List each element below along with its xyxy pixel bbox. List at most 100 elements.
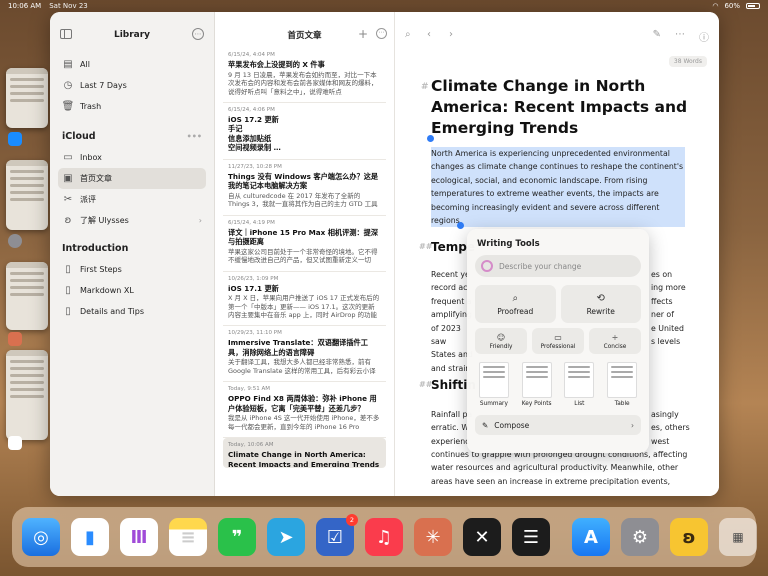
summary-page-icon bbox=[478, 362, 509, 398]
sidebar-item-about-ulysses[interactable]: ʚ 了解 Ulysses › bbox=[58, 210, 206, 231]
notes-app-icon[interactable]: ≡ bbox=[169, 518, 207, 556]
stage-thumbnail[interactable] bbox=[6, 68, 48, 128]
paragraph-rainfall-full: continues to grapple with prolonged drou… bbox=[431, 448, 701, 488]
ulysses-app-icon[interactable]: ▮ bbox=[71, 518, 109, 556]
claude-stage-icon bbox=[8, 332, 22, 346]
pencil-icon: ✎ bbox=[482, 420, 489, 430]
sheet-item[interactable]: 10/26/23, 1:09 PM iOS 17.1 更新 X 月 X 日，苹果… bbox=[223, 272, 386, 326]
summary-button[interactable]: Summary bbox=[475, 362, 513, 407]
stage-thumbnail[interactable] bbox=[6, 350, 48, 440]
podcasts-app-icon[interactable]: Ⅲ bbox=[120, 518, 158, 556]
table-button[interactable]: Table bbox=[603, 362, 641, 407]
stage-thumbnail[interactable] bbox=[6, 160, 48, 230]
sheet-date: 10/29/23, 11:10 PM bbox=[228, 330, 282, 336]
sidebar-item-label: 首页文章 bbox=[80, 174, 112, 183]
stage-thumbnail[interactable] bbox=[6, 262, 48, 330]
sheet-title: iOS 17.1 更新 bbox=[228, 283, 279, 293]
rewrite-button[interactable]: ⟲ Rewrite bbox=[560, 285, 641, 323]
sidebar-toggle-icon[interactable] bbox=[60, 29, 72, 39]
proofread-button[interactable]: ⌕ Proofread bbox=[475, 285, 556, 323]
sidebar-item-inbox[interactable]: ▭ Inbox bbox=[58, 147, 206, 168]
music-app-icon[interactable]: ♫ bbox=[365, 518, 403, 556]
search-icon[interactable]: ⌕ bbox=[405, 29, 411, 40]
section-title: Introduction bbox=[62, 242, 129, 254]
sidebar-item-last-7-days[interactable]: ◷ Last 7 Days bbox=[58, 75, 206, 96]
sheet-item[interactable]: 10/29/23, 11:10 PM Immersive Translate：双… bbox=[223, 326, 386, 382]
sidebar-item-label: Markdown XL bbox=[80, 286, 134, 295]
settings-app-icon[interactable]: ⚙ bbox=[621, 518, 659, 556]
sidebar-item-first-steps[interactable]: ▯ First Steps bbox=[58, 259, 206, 280]
sheet-date: 6/15/24, 4:06 PM bbox=[228, 106, 275, 113]
sheet-list: 首页文章 + ⋯ 6/15/24, 4:04 PM 苹果发布会上没提到的 X 件… bbox=[215, 12, 395, 496]
status-date: Sat Nov 23 bbox=[49, 2, 88, 10]
section-introduction: Introduction bbox=[50, 237, 214, 259]
new-sheet-icon[interactable]: + bbox=[358, 28, 368, 40]
professional-button[interactable]: ▭ Professional bbox=[532, 328, 584, 354]
paragraph-line: water resources and agricultural product… bbox=[431, 463, 679, 473]
word-count-badge[interactable]: 38 Words bbox=[668, 56, 707, 67]
omnifocus-app-icon[interactable]: ☑ 2 bbox=[316, 514, 358, 556]
sheet-item-active[interactable]: Today, 10:06 AM Climate Change in North … bbox=[223, 438, 386, 468]
sheet-title: Climate Change in North America: Recent … bbox=[228, 450, 380, 468]
settings-stage-icon bbox=[8, 234, 22, 248]
section-title: iCloud bbox=[62, 130, 96, 142]
sidebar-item-markdown-xl[interactable]: ▯ Markdown XL bbox=[58, 280, 206, 301]
sheet-date: 10/26/23, 1:09 PM bbox=[228, 275, 279, 282]
sidebar-item-label: Details and Tips bbox=[80, 307, 144, 316]
sheet-item[interactable]: 6/15/24, 4:06 PM iOS 17.2 更新 手记 信息添加贴纸 空… bbox=[223, 103, 386, 160]
info-icon[interactable]: ⓘ bbox=[699, 29, 709, 44]
perplexity-app-icon[interactable]: ✕ bbox=[463, 518, 501, 556]
sidebar-item-all[interactable]: ▤ All bbox=[58, 54, 206, 75]
editor-content[interactable]: Climate Change in North America: Recent … bbox=[395, 48, 719, 228]
claude-app-icon[interactable]: ✳ bbox=[414, 518, 452, 556]
app-library-icon[interactable]: ▦ bbox=[719, 518, 757, 556]
sidebar-item-label: 了解 Ulysses bbox=[80, 216, 129, 225]
sheet-item[interactable]: 6/15/24, 4:19 PM 译文｜iPhone 15 Pro Max 相机… bbox=[223, 216, 386, 272]
status-bar: 10:06 AM Sat Nov 23 ◠ 60% bbox=[0, 0, 768, 12]
describe-change-input[interactable]: Describe your change bbox=[475, 255, 641, 277]
clock-icon: ◷ bbox=[63, 80, 73, 91]
filter-icon[interactable]: ⋯ bbox=[192, 28, 204, 40]
inbox-icon: ▭ bbox=[63, 152, 73, 163]
dock: ◎ ▮ Ⅲ ≡ ❞ ➤ ☑ 2 ♫ ✳ ✕ ☰ A ⚙ ʚ ▦ bbox=[12, 507, 757, 567]
forward-icon[interactable]: › bbox=[449, 29, 453, 40]
selection-end-handle[interactable] bbox=[457, 222, 464, 229]
friendly-button[interactable]: ☺ Friendly bbox=[475, 328, 527, 354]
selection-start-handle[interactable] bbox=[427, 135, 434, 142]
sheet-item[interactable]: Today, 9:51 AM OPPO Find X8 两周体验：弥补 iPho… bbox=[223, 382, 386, 438]
describe-change-placeholder: Describe your change bbox=[499, 261, 582, 271]
sheet-excerpt: 9 月 13 日凌晨，苹果发布会如约而至，对比一下本次发布会的内容和发布会前各家… bbox=[228, 70, 378, 96]
telegram-app-icon[interactable]: ➤ bbox=[267, 518, 305, 556]
sheet-list-header: 首页文章 + ⋯ bbox=[215, 12, 394, 48]
tes-app-icon[interactable]: ʚ bbox=[670, 518, 708, 556]
compose-button[interactable]: ✎ Compose › bbox=[475, 415, 641, 435]
sheet-item[interactable]: 11/27/23, 10:28 PM Things 没有 Windows 客户端… bbox=[223, 160, 386, 216]
briefcase-icon: ▭ bbox=[554, 332, 562, 342]
compose-icon[interactable]: ✎ bbox=[653, 29, 661, 40]
more-icon[interactable]: ⋯ bbox=[675, 29, 685, 40]
sidebar-item-label: Trash bbox=[80, 102, 102, 111]
concise-label: Concise bbox=[603, 343, 627, 350]
sidebar-item-paiping[interactable]: ✂ 派评 bbox=[58, 189, 206, 210]
more-options-icon[interactable]: ⋯ bbox=[376, 28, 387, 39]
sidebar-item-homepage-articles[interactable]: ▣ 首页文章 bbox=[58, 168, 206, 189]
key-points-button[interactable]: Key Points bbox=[518, 362, 556, 407]
selected-paragraph[interactable]: North America is experiencing unpreceden… bbox=[431, 147, 685, 228]
sidebar-item-details-and-tips[interactable]: ▯ Details and Tips bbox=[58, 301, 206, 322]
sidebar-item-label: Inbox bbox=[80, 153, 102, 162]
list-button[interactable]: List bbox=[561, 362, 599, 407]
writing-tools-title: Writing Tools bbox=[477, 239, 540, 249]
smile-icon: ☺ bbox=[496, 332, 506, 342]
paragraph-line: asingly bbox=[651, 410, 679, 419]
sidebar-item-trash[interactable]: 🗑 Trash bbox=[58, 96, 206, 117]
safari-app-icon[interactable]: ◎ bbox=[22, 518, 60, 556]
sheet-item[interactable]: 6/15/24, 4:04 PM 苹果发布会上没提到的 X 件事 9 月 13 … bbox=[223, 48, 386, 103]
concise-button[interactable]: ÷ Concise bbox=[589, 328, 641, 354]
wechat-app-icon[interactable]: ❞ bbox=[218, 518, 256, 556]
reeder-app-icon[interactable]: ☰ bbox=[512, 518, 550, 556]
app-store-app-icon[interactable]: A bbox=[572, 518, 610, 556]
sheet-date: 11/27/23, 10:28 PM bbox=[228, 163, 282, 170]
sheet-excerpt: 自从 culturedcode 在 2017 年发布了全新的 Things 3，… bbox=[228, 191, 378, 209]
more-icon[interactable]: ••• bbox=[187, 132, 202, 141]
back-icon[interactable]: ‹ bbox=[427, 29, 431, 40]
